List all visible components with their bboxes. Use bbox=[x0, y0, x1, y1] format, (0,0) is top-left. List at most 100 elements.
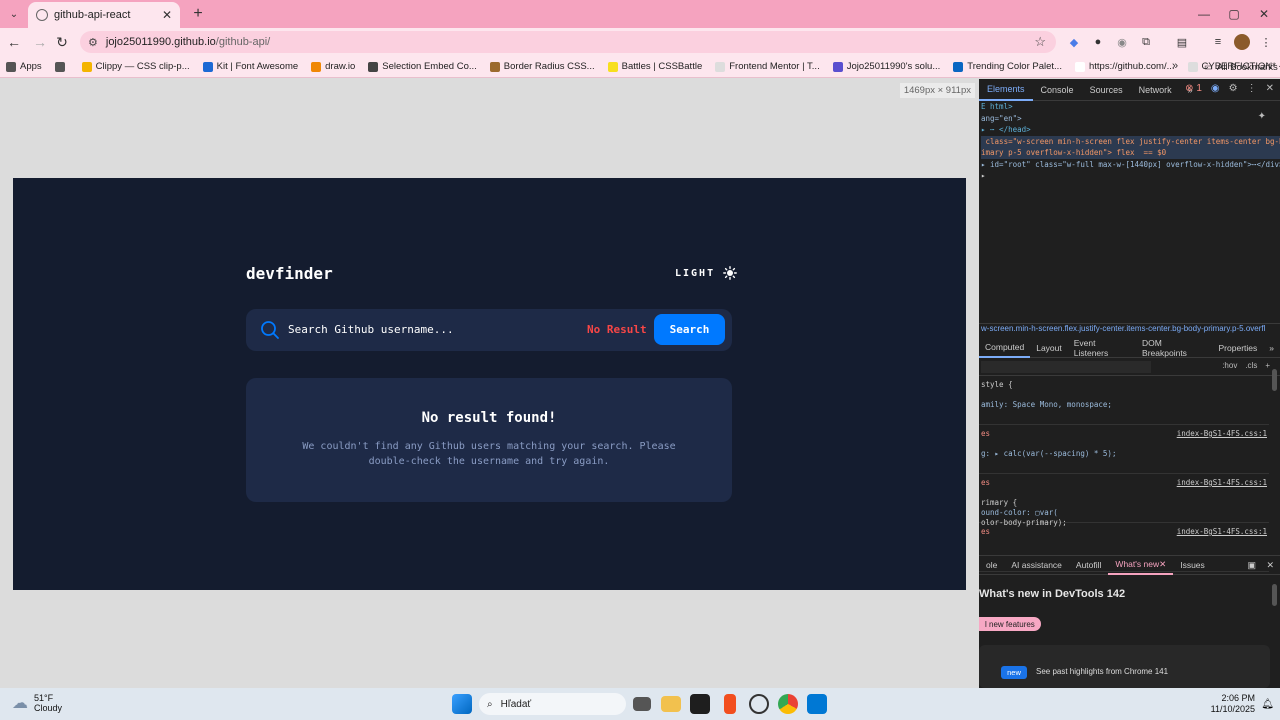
dom-node-line[interactable]: ▸ ⋯ </head> bbox=[981, 124, 1280, 136]
devtools-tab-sources[interactable]: Sources bbox=[1082, 79, 1131, 101]
css-rule[interactable]: style {amily: Space Mono, monospace; bbox=[979, 376, 1269, 425]
styles-scrollbar[interactable] bbox=[1272, 369, 1277, 391]
forward-button[interactable]: → bbox=[30, 32, 50, 52]
drawer-tab-autofill[interactable]: Autofill bbox=[1069, 555, 1109, 575]
kebab-menu-icon[interactable]: ⋮ bbox=[1247, 83, 1257, 94]
close-tab-icon[interactable]: ✕ bbox=[1159, 559, 1166, 570]
bookmark-item[interactable]: Kit | Font Awesome bbox=[202, 61, 298, 72]
highlights-link[interactable]: See past highlights from Chrome 141 bbox=[1036, 667, 1168, 676]
search-input[interactable]: Search Github username... bbox=[288, 323, 454, 336]
subtab-dom-breakpoints[interactable]: DOM Breakpoints bbox=[1136, 338, 1212, 358]
menu-kebab-icon[interactable]: ⋮ bbox=[1258, 34, 1274, 50]
bookmark-item[interactable]: Jojo25011990's solu... bbox=[832, 61, 940, 72]
system-clock[interactable]: 2:06 PM 11/10/2025 bbox=[1211, 693, 1255, 715]
drawer-tab-ole[interactable]: ole bbox=[979, 555, 1004, 575]
devtools-tab-elements[interactable]: Elements bbox=[979, 79, 1033, 101]
bookmark-item[interactable]: draw.io bbox=[311, 61, 355, 72]
bookmark-label: Battles | CSSBattle bbox=[621, 61, 703, 72]
maximize-button[interactable]: ▢ bbox=[1218, 0, 1250, 28]
more-subtabs-chevron-icon[interactable]: » bbox=[1263, 338, 1280, 358]
devtools-tab-console[interactable]: Console bbox=[1033, 79, 1082, 101]
notification-bell-icon[interactable]: 🔔︎ bbox=[1261, 699, 1274, 710]
filter-option[interactable]: :hov bbox=[1222, 361, 1237, 370]
search-button[interactable]: Search bbox=[654, 314, 725, 345]
new-tab-button[interactable]: + bbox=[188, 4, 208, 24]
apps-bookmark[interactable]: Apps bbox=[6, 61, 42, 72]
taskbar-search[interactable]: ⌕ Hľadať bbox=[479, 693, 626, 715]
file-explorer-icon[interactable] bbox=[661, 696, 681, 712]
chrome-icon[interactable] bbox=[778, 694, 798, 714]
filter-option[interactable]: + bbox=[1265, 361, 1270, 370]
subtab-computed[interactable]: Computed bbox=[979, 338, 1031, 358]
drawer-tab-ai-assistance[interactable]: AI assistance bbox=[1004, 555, 1069, 575]
extension-icon[interactable]: ◉ bbox=[1114, 34, 1130, 50]
css-source-link[interactable]: index-BgS1-4FS.css:1 bbox=[1177, 478, 1267, 487]
tab-search-chevron-icon[interactable]: ⌄ bbox=[4, 4, 24, 24]
windows-start-icon[interactable] bbox=[452, 694, 472, 714]
puzzle-extensions-icon[interactable]: ⧉ bbox=[1138, 34, 1154, 50]
browser-tab[interactable]: github-api-react ✕ bbox=[28, 2, 180, 28]
subtab-layout[interactable]: Layout bbox=[1030, 338, 1068, 358]
drawer-tab-what-s-new[interactable]: What's new ✕ bbox=[1108, 555, 1174, 575]
bookmark-star-icon[interactable]: ☆ bbox=[1034, 34, 1046, 50]
vscode-icon[interactable] bbox=[807, 694, 827, 714]
drawer-scrollbar[interactable] bbox=[1272, 584, 1277, 606]
css-source-link[interactable]: index-BgS1-4FS.css:1 bbox=[1177, 527, 1267, 536]
styles-filter-input[interactable] bbox=[981, 361, 1151, 373]
bookmark-item[interactable]: Selection Embed Co... bbox=[368, 61, 477, 72]
media-controls-icon[interactable]: ≡ bbox=[1210, 34, 1226, 50]
dom-tree[interactable]: E html> ang="en"> ▸ ⋯ </head> class="w-scr… bbox=[979, 101, 1280, 182]
bookmark-item[interactable]: Battles | CSSBattle bbox=[607, 61, 703, 72]
all-bookmarks-button[interactable]: ▭ All Bookmarks bbox=[1204, 57, 1278, 77]
settings-gear-icon[interactable]: ⚙ bbox=[1229, 83, 1238, 94]
bookmark-item[interactable]: Frontend Mentor | T... bbox=[715, 61, 820, 72]
devtools-tab-network[interactable]: Network bbox=[1131, 79, 1180, 101]
capcut-icon[interactable] bbox=[690, 694, 710, 714]
theme-toggle[interactable]: LIGHT bbox=[675, 266, 738, 280]
css-rule[interactable]: es rimary {ound-color: ▢var(olor-body-pri… bbox=[979, 474, 1269, 527]
new-features-link[interactable]: l new features bbox=[979, 617, 1041, 631]
dom-breadcrumb[interactable]: w-screen.min-h-screen.flex.justify-cente… bbox=[979, 323, 1280, 337]
dom-node-line[interactable]: imary p-5 overflow-x-hidden"> flex == $0 bbox=[981, 147, 1280, 159]
bookmark-item[interactable]: Clippy — CSS clip-p... bbox=[81, 61, 190, 72]
back-button[interactable]: ← bbox=[4, 32, 24, 52]
extension-icon[interactable]: ● bbox=[1090, 34, 1106, 50]
close-tab-icon[interactable]: ✕ bbox=[162, 8, 172, 22]
profile-avatar[interactable] bbox=[1234, 34, 1250, 50]
task-view-icon[interactable] bbox=[633, 697, 651, 711]
dom-node-line[interactable]: class="w-screen min-h-screen flex justif… bbox=[981, 135, 1280, 147]
app-icon[interactable] bbox=[749, 694, 769, 714]
close-devtools-icon[interactable]: ✕ bbox=[1266, 83, 1274, 94]
css-line: rimary { bbox=[981, 498, 1018, 507]
ai-icon[interactable]: ◉ bbox=[1211, 83, 1220, 94]
bookmark-item[interactable]: https://github.com/... bbox=[1074, 61, 1175, 72]
close-drawer-icon[interactable]: ✕ bbox=[1266, 560, 1274, 571]
close-window-button[interactable]: ✕ bbox=[1248, 0, 1280, 28]
reload-button[interactable]: ↻ bbox=[52, 32, 72, 52]
address-bar[interactable]: ⚙ jojo25011990.github.io/github-api/ ☆ bbox=[80, 31, 1056, 53]
filter-option[interactable]: .cls bbox=[1245, 361, 1257, 370]
minimize-button[interactable]: — bbox=[1188, 0, 1220, 28]
translate-extension-icon[interactable]: ◆ bbox=[1066, 34, 1082, 50]
css-rule[interactable]: es g: ▸ calc(var(--spacing) * 5); index-Bg… bbox=[979, 425, 1269, 474]
dom-node-line[interactable]: ▸ bbox=[981, 170, 1280, 182]
figma-icon[interactable] bbox=[724, 694, 736, 714]
weather-widget[interactable]: ☁ 51°F Cloudy bbox=[12, 693, 62, 713]
app-logo: devfinder bbox=[246, 264, 333, 283]
dock-drawer-icon[interactable]: ▣ bbox=[1247, 560, 1256, 571]
css-source-link[interactable]: index-BgS1-4FS.css:1 bbox=[1177, 429, 1267, 438]
accessibility-icon[interactable]: ✦ bbox=[1258, 111, 1266, 122]
error-badge[interactable]: ⊗ 1 bbox=[1185, 83, 1202, 94]
bookmarks-overflow-chevron-icon[interactable]: » bbox=[1172, 60, 1178, 72]
dom-node-line[interactable]: ▸ id="root" class="w-full max-w-[1440px]… bbox=[981, 159, 1280, 171]
bookmark-item[interactable]: Border Radius CSS... bbox=[489, 61, 595, 72]
drawer-tab-issues[interactable]: Issues bbox=[1173, 555, 1212, 575]
bookmark-item[interactable] bbox=[54, 61, 69, 72]
side-panel-icon[interactable]: ▤ bbox=[1174, 34, 1190, 50]
subtab-properties[interactable]: Properties bbox=[1213, 338, 1264, 358]
subtab-event-listeners[interactable]: Event Listeners bbox=[1068, 338, 1136, 358]
dom-node-line[interactable]: E html> bbox=[981, 101, 1280, 113]
site-info-icon[interactable]: ⚙ bbox=[88, 36, 98, 49]
bookmark-item[interactable]: Trending Color Palet... bbox=[953, 61, 1062, 72]
dom-node-line[interactable]: ang="en"> bbox=[981, 113, 1280, 125]
